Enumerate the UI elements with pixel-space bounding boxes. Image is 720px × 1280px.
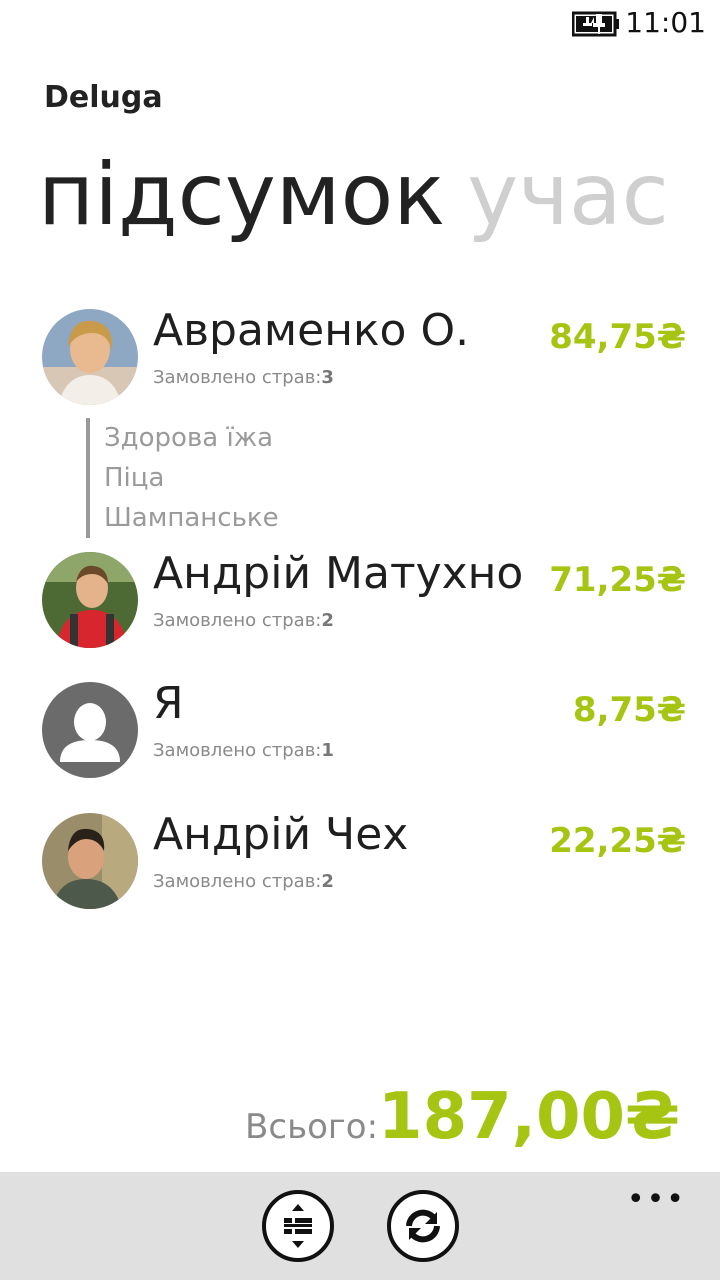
avatar: [42, 309, 138, 405]
pivot-header: підсумок учас: [38, 135, 669, 255]
person-row[interactable]: Я Замовлено страв:1 8,75₴: [0, 678, 720, 782]
refresh-icon: [406, 1209, 440, 1243]
person-name: Авраменко О.: [153, 305, 470, 356]
total-value: 187,00₴: [378, 1080, 680, 1154]
expand-collapse-icon: [284, 1204, 312, 1248]
person-amount: 84,75₴: [549, 317, 686, 357]
dish-item: Шампанське: [104, 503, 279, 533]
dish-item: Здорова їжа: [104, 423, 274, 453]
ordered-count: Замовлено страв:3: [153, 367, 334, 388]
refresh-button[interactable]: [387, 1190, 459, 1262]
person-name: Андрій Чех: [153, 809, 409, 860]
total: Всього:187,00₴: [245, 1080, 680, 1154]
status-bar: 11:01: [0, 0, 720, 48]
total-label: Всього:: [245, 1107, 379, 1147]
pivot-tab-summary[interactable]: підсумок: [38, 145, 445, 245]
expand-collapse-button[interactable]: [262, 1190, 334, 1262]
avatar: [42, 813, 138, 909]
person-row[interactable]: Андрій Матухно Замовлено страв:2 71,25₴: [0, 548, 720, 652]
battery-charging-icon: [572, 11, 619, 37]
person-amount: 8,75₴: [572, 690, 686, 730]
person-amount: 22,25₴: [549, 821, 686, 861]
ordered-count: Замовлено страв:2: [153, 871, 334, 892]
clock: 11:01: [625, 6, 706, 39]
default-person-icon: [42, 682, 138, 778]
avatar: [42, 552, 138, 648]
person-row[interactable]: Андрій Чех Замовлено страв:2 22,25₴: [0, 809, 720, 913]
person-name: Я: [153, 678, 184, 729]
more-button[interactable]: •••: [627, 1182, 686, 1217]
ordered-count: Замовлено страв:2: [153, 610, 334, 631]
person-name: Андрій Матухно: [153, 548, 524, 599]
app-title: Deluga: [44, 80, 163, 115]
person-amount: 71,25₴: [549, 560, 686, 600]
dish-list: Здорова їжа Піца Шампанське: [86, 418, 404, 538]
app-bar: •••: [0, 1172, 720, 1280]
person-row[interactable]: Авраменко О. Замовлено страв:3 84,75₴: [0, 305, 720, 409]
pivot-tab-participants[interactable]: учас: [467, 145, 669, 245]
dish-item: Піца: [104, 463, 165, 493]
ordered-count: Замовлено страв:1: [153, 740, 334, 761]
